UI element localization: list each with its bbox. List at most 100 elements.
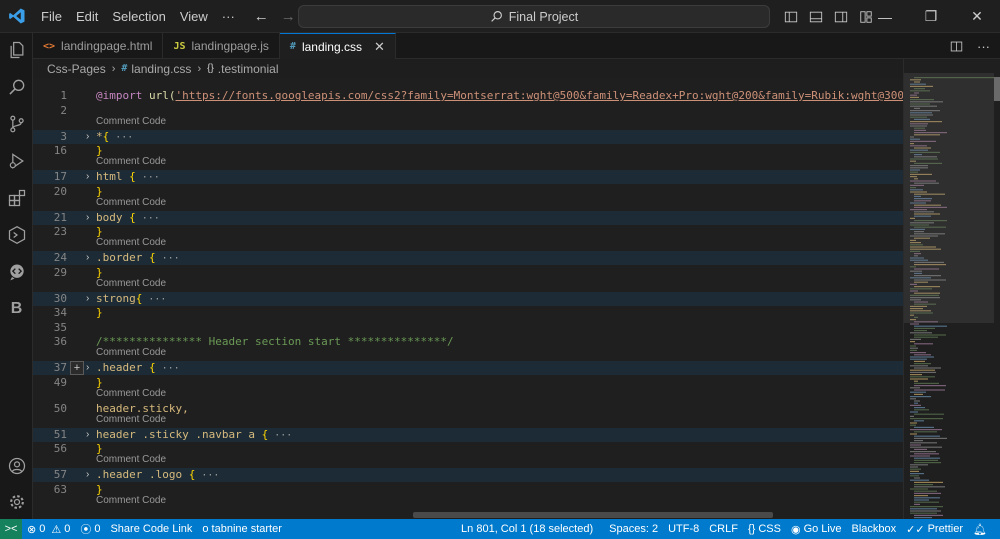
more-actions-icon[interactable]: ··· — [977, 39, 990, 54]
menu-selection[interactable]: Selection — [105, 0, 172, 33]
problems-indicator[interactable]: ⊗ 0 ⚠ 0 — [22, 523, 75, 536]
add-comment-icon[interactable]: + — [70, 361, 84, 375]
code-line[interactable]: 51 › header .sticky .navbar a { ··· — [33, 427, 903, 442]
code-line[interactable]: 30 › strong{ ··· — [33, 291, 903, 306]
comment-code-lens[interactable]: Comment Code — [96, 237, 166, 249]
vertical-scrollbar[interactable] — [994, 77, 1000, 101]
fold-chevron-icon[interactable]: › — [86, 428, 89, 442]
code-line[interactable]: 1 @import url('https://fonts.googleapis.c… — [33, 89, 903, 103]
back-arrow-icon[interactable]: ← — [254, 8, 269, 25]
account-icon[interactable] — [0, 449, 33, 482]
line-number: 56 — [53, 442, 67, 455]
go-live-button[interactable]: ◉ Go Live — [786, 523, 847, 536]
menu-more[interactable]: ··· — [215, 0, 242, 33]
code-line[interactable]: 34} — [33, 306, 903, 320]
code-line[interactable]: 57 › .header .logo { ··· — [33, 468, 903, 482]
code-line[interactable]: 35 — [33, 321, 903, 335]
minimap-line — [914, 426, 934, 428]
menu-edit[interactable]: Edit — [69, 0, 105, 33]
ports-indicator[interactable]: ⦿ 0 — [75, 521, 105, 537]
fold-chevron-icon[interactable]: › — [86, 468, 89, 482]
editor-tab-bar: <> landingpage.html JS landingpage.js # … — [33, 33, 1000, 59]
share-code-link[interactable]: Share Code Link — [105, 523, 197, 535]
close-window-icon[interactable]: ✕ — [954, 0, 1000, 33]
code-line[interactable]: 37 + › .header { ··· — [33, 361, 903, 375]
language-mode[interactable]: {} CSS — [743, 523, 786, 535]
toggle-secondary-sidebar-icon[interactable] — [834, 10, 848, 24]
files-icon[interactable] — [0, 33, 33, 66]
restore-icon[interactable]: ❐ — [908, 0, 954, 33]
comment-code-lens[interactable]: Comment Code — [96, 454, 166, 466]
search-icon — [490, 11, 502, 22]
source-control-icon[interactable] — [0, 107, 33, 140]
breadcrumb-file[interactable]: landing.css — [131, 62, 191, 76]
encoding[interactable]: UTF-8 — [663, 523, 704, 535]
fold-chevron-icon[interactable]: › — [86, 211, 89, 225]
minimap-line — [914, 413, 944, 415]
minimap[interactable] — [903, 59, 1000, 519]
minimap-line — [910, 332, 932, 334]
comment-code-lens[interactable]: Comment Code — [96, 197, 166, 209]
toggle-primary-sidebar-icon[interactable] — [784, 10, 798, 24]
tabnine-indicator[interactable]: o tabnine starter — [197, 523, 286, 535]
minimap-line — [910, 358, 927, 360]
code-line[interactable]: 17 › html { ··· — [33, 170, 903, 184]
menu-view[interactable]: View — [173, 0, 215, 33]
remote-explorer-icon[interactable] — [0, 218, 33, 251]
code-line[interactable]: 21 › body { ··· — [33, 210, 903, 225]
cursor-position[interactable]: Ln 801, Col 1 (18 selected) — [456, 523, 598, 535]
comment-code-lens[interactable]: Comment Code — [96, 495, 166, 507]
tab-landing-css[interactable]: # landing.css ✕ — [279, 33, 396, 59]
fold-chevron-icon[interactable]: › — [86, 292, 89, 306]
split-editor-icon[interactable] — [950, 40, 963, 53]
code-text: *{ ··· — [96, 129, 134, 143]
comment-code-lens[interactable]: Comment Code — [96, 414, 166, 426]
command-center-search[interactable]: Final Project — [298, 5, 770, 28]
remote-indicator-icon[interactable]: >< — [0, 519, 22, 539]
comment-code-lens[interactable]: Comment Code — [96, 156, 166, 168]
minimap-line — [914, 514, 943, 516]
indentation[interactable]: Spaces: 2 — [604, 523, 663, 535]
minimap-line — [914, 501, 939, 503]
code-editor[interactable]: 1 @import url('https://fonts.googleapis.c… — [33, 78, 903, 519]
notifications-bell-icon[interactable]: 🔔︎ — [968, 523, 992, 536]
extensions-icon[interactable] — [0, 181, 33, 214]
breadcrumb-folder[interactable]: Css-Pages — [47, 62, 106, 76]
vscode-logo-icon — [0, 0, 34, 33]
manage-gear-icon[interactable] — [0, 485, 33, 518]
chat-icon[interactable] — [0, 255, 33, 288]
search-icon[interactable] — [0, 70, 33, 103]
close-tab-icon[interactable]: ✕ — [374, 39, 385, 55]
breadcrumb-symbol[interactable]: .testimonial — [218, 62, 279, 76]
comment-code-lens[interactable]: Comment Code — [96, 388, 166, 400]
fold-chevron-icon[interactable]: › — [86, 251, 89, 265]
fold-chevron-icon[interactable]: › — [86, 361, 89, 375]
minimize-icon[interactable]: — — [862, 0, 908, 33]
line-number: 21 — [53, 210, 67, 224]
end-of-line[interactable]: CRLF — [704, 523, 743, 535]
comment-code-lens[interactable]: Comment Code — [96, 116, 166, 128]
code-line[interactable]: 3 › *{ ··· — [33, 129, 903, 144]
menu-file[interactable]: File — [34, 0, 69, 33]
comment-code-lens[interactable]: Comment Code — [96, 278, 166, 290]
run-debug-icon[interactable] — [0, 144, 33, 177]
code-line[interactable]: 24 › .border { ··· — [33, 251, 903, 265]
tab-landingpage-html[interactable]: <> landingpage.html — [33, 33, 164, 59]
minimap-slider[interactable] — [904, 73, 994, 323]
toggle-panel-icon[interactable] — [809, 10, 823, 24]
tab-landingpage-js[interactable]: JS landingpage.js — [163, 33, 280, 59]
blackbox-b-icon[interactable]: B — [0, 292, 33, 325]
minimap-line — [910, 455, 930, 457]
minimap-line — [914, 453, 939, 455]
prettier-status[interactable]: ✓✓ Prettier — [901, 523, 968, 536]
menu-bar: File Edit Selection View ··· — [34, 0, 242, 33]
forward-arrow-icon[interactable]: → — [281, 8, 296, 25]
line-number: 16 — [53, 144, 67, 157]
fold-chevron-icon[interactable]: › — [86, 170, 89, 184]
fold-chevron-icon[interactable]: › — [86, 130, 89, 144]
blackbox-status[interactable]: Blackbox — [846, 523, 901, 535]
minimap-line — [910, 473, 924, 475]
comment-code-lens[interactable]: Comment Code — [96, 347, 166, 359]
minimap-line — [910, 371, 936, 373]
horizontal-scrollbar[interactable] — [413, 512, 773, 518]
